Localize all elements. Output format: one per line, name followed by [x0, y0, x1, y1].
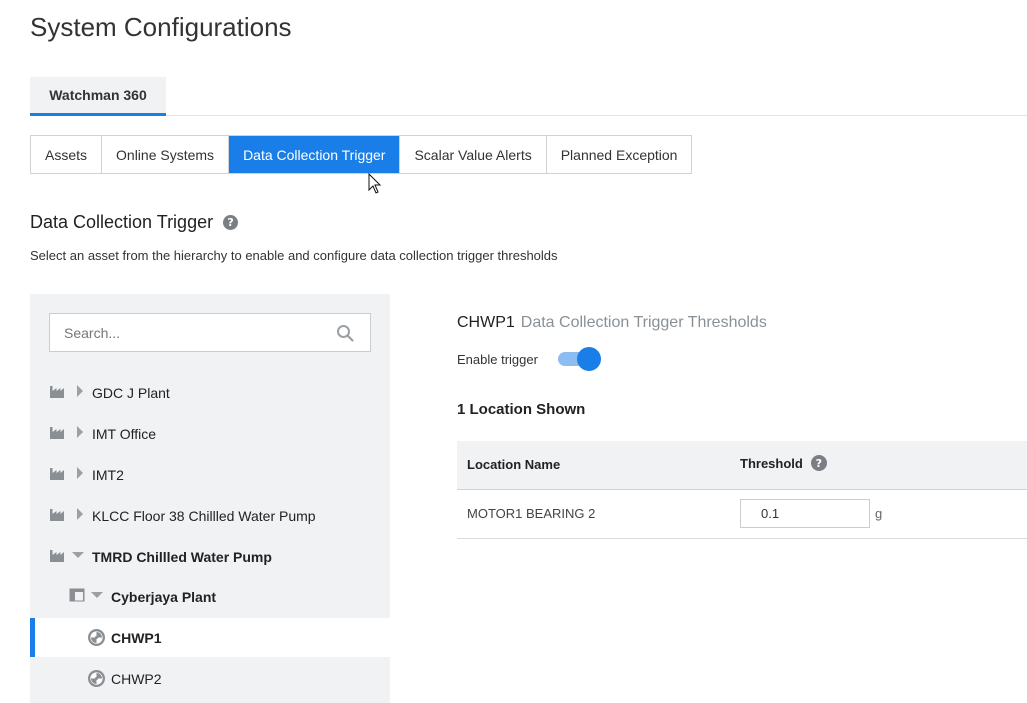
area-icon	[69, 588, 85, 602]
tab-data-collection-trigger[interactable]: Data Collection Trigger	[229, 136, 401, 173]
caret-right-icon[interactable]	[76, 508, 84, 520]
threshold-panel-header: CHWP1 Data Collection Trigger Thresholds	[457, 314, 767, 332]
table-header: Location Name Threshold ?	[457, 441, 1027, 490]
top-tab-bar: Watchman 360	[30, 77, 1027, 116]
tree-item[interactable]: IMT2	[30, 455, 390, 494]
tree-item-label: CHWP1	[111, 630, 162, 646]
help-icon[interactable]: ?	[810, 455, 827, 471]
caret-right-icon[interactable]	[76, 385, 84, 397]
tree-item-label: KLCC Floor 38 Chillled Water Pump	[92, 508, 316, 524]
threshold-input[interactable]	[740, 499, 870, 528]
plant-icon	[50, 384, 66, 398]
tree-item-label: IMT2	[92, 467, 124, 483]
plant-icon	[50, 466, 66, 480]
tab-planned-exception[interactable]: Planned Exception	[546, 136, 692, 173]
threshold-unit: g	[875, 506, 883, 521]
location-count: 1 Location Shown	[457, 401, 586, 418]
table-row: MOTOR1 BEARING 2 g	[457, 490, 1027, 539]
enable-trigger-toggle[interactable]	[557, 347, 602, 371]
tree-item[interactable]: GDC J Plant	[30, 373, 390, 412]
tab-scalar-value-alerts[interactable]: Scalar Value Alerts	[400, 136, 547, 173]
section-title: Data Collection Trigger ?	[30, 212, 239, 233]
column-header-location: Location Name	[467, 457, 561, 472]
search-box	[49, 313, 371, 352]
tree-item[interactable]: CHWP2	[30, 659, 390, 698]
tree-item[interactable]: CHWP1	[30, 618, 390, 657]
column-header-threshold-label: Threshold	[740, 455, 803, 471]
asset-hierarchy-panel: GDC J Plant IMT Office IMT2 KLCC Floor 38 C…	[30, 294, 390, 703]
tree-item-label: TMRD Chillled Water Pump	[92, 549, 272, 565]
plant-icon	[50, 548, 66, 562]
section-description: Select an asset from the hierarchy to en…	[30, 248, 558, 263]
column-header-threshold: Threshold ?	[740, 455, 827, 471]
section-title-text: Data Collection Trigger	[30, 212, 214, 232]
tab-watchman-360[interactable]: Watchman 360	[30, 77, 166, 116]
tree-item[interactable]: Cyberjaya Plant	[30, 577, 390, 616]
caret-down-icon[interactable]	[91, 591, 103, 599]
caret-right-icon[interactable]	[76, 426, 84, 438]
selected-asset-name: CHWP1	[457, 314, 515, 331]
page-title: System Configurations	[30, 12, 292, 42]
caret-down-icon[interactable]	[72, 551, 84, 559]
asset-icon	[88, 629, 105, 646]
search-icon[interactable]	[336, 324, 354, 342]
tree-item-label: CHWP2	[111, 671, 162, 687]
location-name-cell: MOTOR1 BEARING 2	[467, 506, 596, 521]
plant-icon	[50, 425, 66, 439]
enable-trigger-row: Enable trigger	[457, 346, 602, 372]
caret-right-icon[interactable]	[76, 467, 84, 479]
tab-online-systems[interactable]: Online Systems	[102, 136, 230, 173]
threshold-panel-subtitle: Data Collection Trigger Thresholds	[520, 314, 767, 331]
toggle-knob	[576, 347, 601, 371]
tree-item-label: GDC J Plant	[92, 385, 170, 401]
tree-item-label: Cyberjaya Plant	[111, 589, 217, 605]
tree-item-label: IMT Office	[92, 426, 157, 442]
enable-trigger-label: Enable trigger	[457, 351, 538, 367]
threshold-table: Location Name Threshold ? MOTOR1 BEARING…	[457, 441, 1027, 539]
tree-item[interactable]: TMRD Chillled Water Pump	[30, 537, 390, 576]
tab-assets[interactable]: Assets	[31, 136, 103, 173]
tree-item[interactable]: KLCC Floor 38 Chillled Water Pump	[30, 496, 390, 535]
asset-icon	[88, 670, 105, 687]
help-icon[interactable]: ?	[223, 215, 239, 230]
search-input[interactable]	[50, 314, 320, 351]
sub-tab-bar: Assets Online Systems Data Collection Tr…	[30, 135, 693, 174]
mouse-cursor-icon	[368, 173, 382, 194]
plant-icon	[50, 507, 66, 521]
tree-item[interactable]: IMT Office	[30, 414, 390, 453]
